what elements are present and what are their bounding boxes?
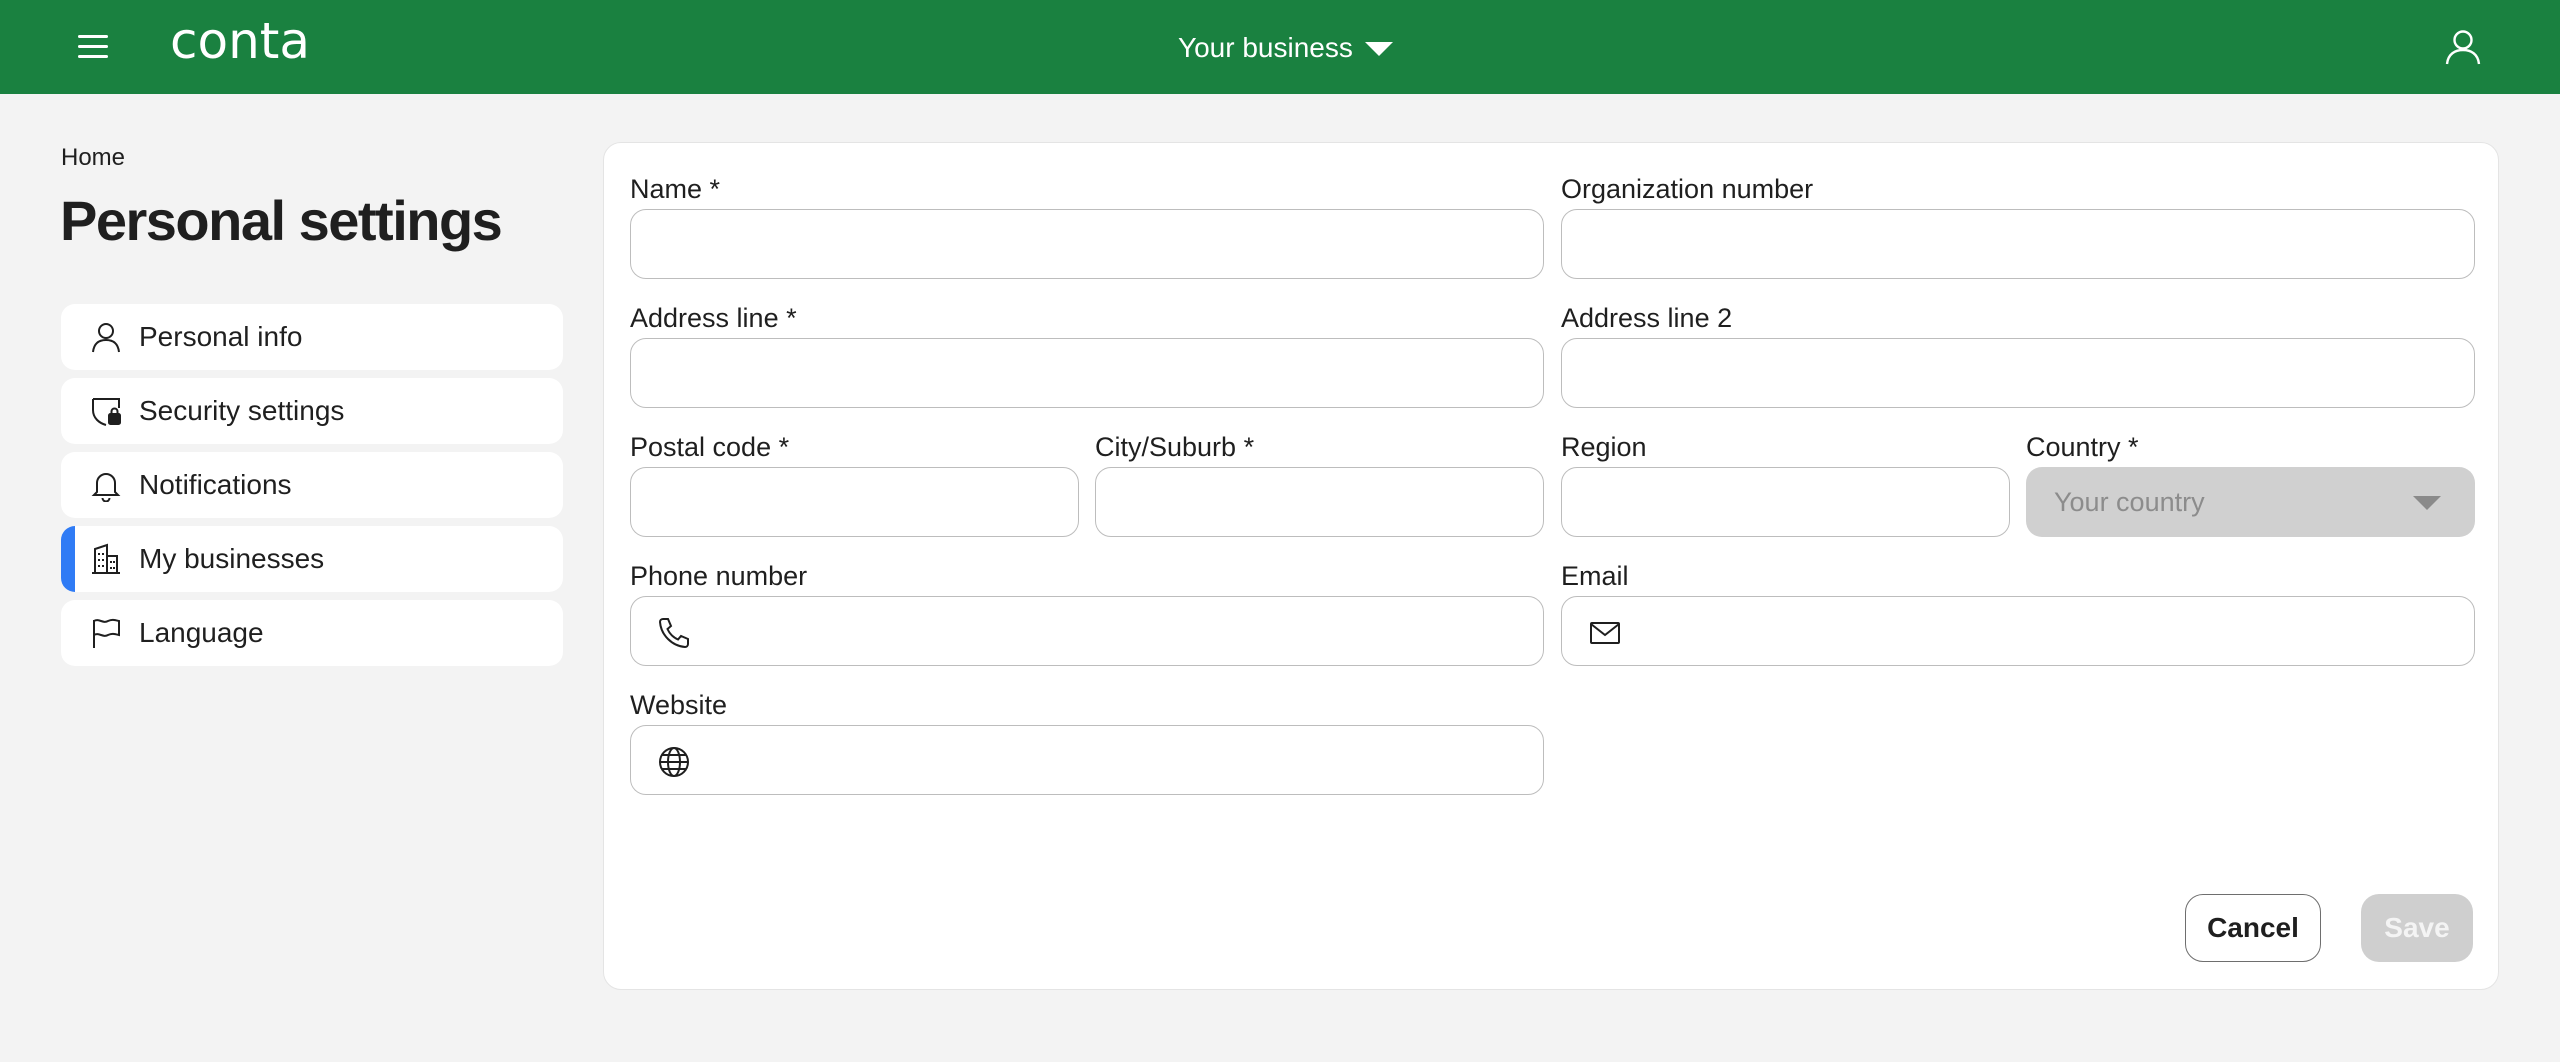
save-button[interactable]: Save (2361, 894, 2473, 962)
org-number-input[interactable] (1562, 210, 2474, 278)
city-field-group: City/Suburb * (1095, 427, 1544, 537)
flag-icon (93, 618, 120, 648)
website-label: Website (630, 690, 728, 720)
envelope-icon (1590, 622, 1620, 644)
city-label: City/Suburb * (1095, 432, 1255, 462)
top-navigation-bar: conta Your business (0, 0, 2560, 94)
conta-logo[interactable]: conta (170, 10, 335, 80)
settings-sidebar: Personal info Security settings Notifica… (61, 304, 563, 674)
business-form-card: Name * Organization number Address line … (603, 142, 2499, 990)
address2-field-group: Address line 2 (1561, 298, 2475, 408)
email-field-group: Email (1561, 556, 2475, 666)
website-input[interactable] (631, 726, 1543, 794)
country-label: Country * (2026, 432, 2139, 462)
postal-code-field-group: Postal code * (630, 427, 1079, 537)
phone-label: Phone number (630, 561, 808, 591)
phone-field-group: Phone number (630, 556, 1544, 666)
org-number-input-wrapper (1561, 209, 2475, 279)
address2-input-wrapper (1561, 338, 2475, 408)
svg-text:conta: conta (170, 12, 310, 70)
sidebar-item-label: Notifications (139, 469, 292, 500)
address1-input[interactable] (631, 339, 1543, 407)
name-input-wrapper (630, 209, 1544, 279)
sidebar-item-label: My businesses (139, 543, 325, 574)
sidebar-item-personal-info[interactable]: Personal info (61, 304, 563, 370)
breadcrumb-home[interactable]: Home (61, 144, 125, 172)
postal-code-input-wrapper (630, 467, 1079, 537)
menu-icon[interactable] (78, 33, 110, 59)
sidebar-item-language[interactable]: Language (61, 600, 563, 666)
address2-label: Address line 2 (1561, 303, 1733, 333)
postal-code-input[interactable] (631, 468, 1078, 536)
phone-input[interactable] (631, 597, 1543, 665)
globe-icon (659, 747, 689, 777)
region-input[interactable] (1562, 468, 2009, 536)
caret-down-icon (1364, 42, 1393, 56)
sidebar-item-notifications[interactable]: Notifications (61, 452, 563, 518)
sidebar-item-label: Security settings (139, 395, 345, 426)
phone-icon (658, 618, 689, 649)
org-number-label: Organization number (1561, 174, 1814, 204)
address2-input[interactable] (1562, 339, 2474, 407)
website-input-wrapper (630, 725, 1544, 795)
region-input-wrapper (1561, 467, 2010, 537)
address1-input-wrapper (630, 338, 1544, 408)
name-input[interactable] (631, 210, 1543, 278)
address1-label: Address line * (630, 303, 797, 333)
shield-lock-icon (92, 398, 121, 426)
chevron-down-icon (2413, 496, 2441, 510)
user-account-icon[interactable] (2444, 28, 2482, 66)
email-input-wrapper (1561, 596, 2475, 666)
city-input[interactable] (1096, 468, 1543, 536)
name-field-group: Name * (630, 169, 1544, 279)
sidebar-item-security-settings[interactable]: Security settings (61, 378, 563, 444)
page-title: Personal settings (60, 189, 503, 252)
business-switcher-label: Your business (1178, 32, 1353, 63)
org-number-field-group: Organization number (1561, 169, 2475, 279)
user-icon (92, 323, 120, 353)
name-label: Name * (630, 174, 721, 204)
sidebar-item-my-businesses[interactable]: My businesses (61, 526, 563, 592)
buildings-icon (92, 543, 120, 574)
email-label: Email (1561, 561, 1629, 591)
cancel-button[interactable]: Cancel (2185, 894, 2321, 962)
sidebar-item-label: Language (139, 617, 264, 648)
phone-input-wrapper (630, 596, 1544, 666)
website-field-group: Website (630, 685, 1544, 795)
email-input[interactable] (1562, 597, 2474, 665)
country-field-group: Country * Your country (2026, 427, 2475, 537)
region-field-group: Region (1561, 427, 2010, 537)
address1-field-group: Address line * (630, 298, 1544, 408)
country-select[interactable]: Your country (2026, 467, 2475, 537)
business-switcher[interactable]: Your business (1178, 26, 1393, 70)
country-placeholder: Your country (2054, 486, 2205, 517)
region-label: Region (1561, 432, 1647, 462)
bell-icon (91, 473, 121, 502)
postal-code-label: Postal code * (630, 432, 790, 462)
sidebar-item-label: Personal info (139, 321, 303, 352)
city-input-wrapper (1095, 467, 1544, 537)
